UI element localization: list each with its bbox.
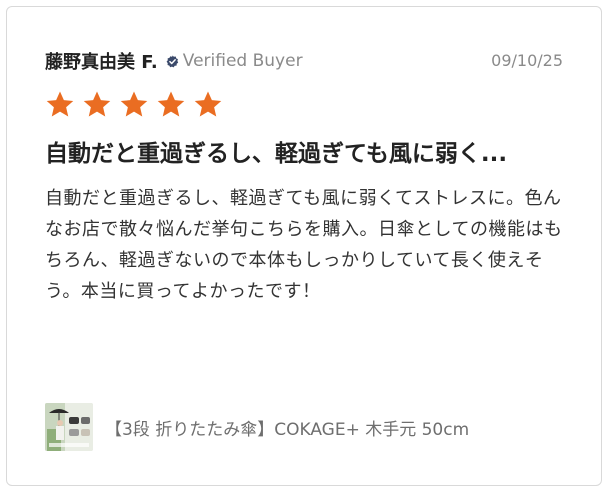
reviewer-name: 藤野真由美 F. xyxy=(45,52,158,73)
star-icon xyxy=(46,91,74,117)
star-icon xyxy=(120,91,148,117)
star-rating xyxy=(45,90,230,122)
review-body: 自動だと重過ぎるし、軽過ぎても風に弱くてストレスに。色んなお店で散々悩んだ挙句こ… xyxy=(45,188,563,302)
star-icon xyxy=(83,91,111,117)
product-thumbnail[interactable] xyxy=(45,403,93,451)
review-title: 自動だと重過ぎるし、軽過ぎても風に弱く... xyxy=(45,141,508,167)
review-date: 09/10/25 xyxy=(491,51,563,70)
umbrella-product-photo-icon xyxy=(45,403,93,451)
verified-badge-icon xyxy=(166,54,178,67)
review-header: 藤野真由美 F. Verified Buyer 09/10/25 xyxy=(45,48,563,74)
star-icon xyxy=(157,91,185,117)
product-link[interactable]: 【3段 折りたたみ傘】COKAGE+ 木手元 50cm xyxy=(45,403,469,451)
product-name[interactable]: 【3段 折りたたみ傘】COKAGE+ 木手元 50cm xyxy=(105,415,469,440)
verified-buyer-label: Verified Buyer xyxy=(182,51,303,71)
star-icon xyxy=(194,91,222,117)
review-card: 藤野真由美 F. Verified Buyer 09/10/25 自動だと重過ぎ… xyxy=(6,6,602,486)
